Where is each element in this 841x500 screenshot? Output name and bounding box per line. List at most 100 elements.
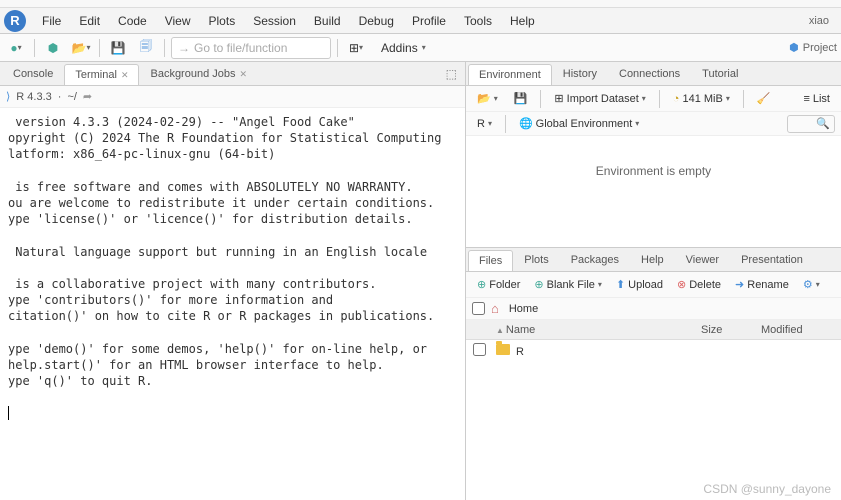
watermark: CSDN @sunny_dayone bbox=[703, 482, 831, 496]
menu-view[interactable]: View bbox=[157, 10, 199, 32]
left-pane: Console Terminal✕ Background Jobs✕ ⬚ ⟩ R… bbox=[0, 62, 466, 500]
language-dropdown[interactable]: R ▾ bbox=[472, 116, 497, 132]
text-cursor bbox=[8, 406, 9, 420]
save-button[interactable]: 💾 bbox=[106, 37, 130, 59]
window-top-strip bbox=[0, 0, 841, 8]
clear-workspace-button[interactable]: 🧹 bbox=[752, 90, 776, 107]
menu-tools[interactable]: Tools bbox=[456, 10, 500, 32]
delete-button[interactable]: ⊗Delete bbox=[672, 276, 726, 293]
tab-plots[interactable]: Plots bbox=[513, 249, 559, 270]
files-pane: Files Plots Packages Help Viewer Present… bbox=[466, 248, 841, 500]
file-row[interactable]: R bbox=[466, 340, 841, 362]
maximize-pane-icon[interactable]: ⬚ bbox=[440, 67, 463, 81]
goto-file-input[interactable]: → Go to file/function bbox=[171, 37, 331, 59]
save-workspace-button[interactable]: 💾 bbox=[509, 90, 533, 107]
globe-icon: 🌐 bbox=[519, 117, 533, 130]
arrow-right-icon: → bbox=[178, 41, 190, 55]
environment-pane: Environment History Connections Tutorial… bbox=[466, 62, 841, 248]
env-search-input[interactable]: 🔍 bbox=[787, 115, 835, 133]
more-button[interactable]: ⚙▾ bbox=[798, 276, 825, 293]
tab-terminal[interactable]: Terminal✕ bbox=[64, 64, 139, 85]
plus-file-icon: ⊕ bbox=[534, 278, 543, 291]
r-prompt-icon: ⟩ bbox=[6, 90, 10, 103]
plus-folder-icon: ⊕ bbox=[477, 278, 486, 291]
close-icon[interactable]: ✕ bbox=[121, 70, 129, 80]
tab-console[interactable]: Console bbox=[2, 63, 64, 84]
load-workspace-button[interactable]: 📂▾ bbox=[472, 90, 503, 107]
import-dataset-button[interactable]: ⊞ Import Dataset ▾ bbox=[549, 90, 650, 107]
env-empty-message: Environment is empty bbox=[466, 136, 841, 247]
new-blank-file-button[interactable]: ⊕Blank File ▾ bbox=[529, 276, 607, 293]
crumb-home[interactable]: Home bbox=[509, 303, 538, 315]
view-mode-list[interactable]: ≡ List bbox=[798, 91, 835, 107]
tab-background-jobs[interactable]: Background Jobs✕ bbox=[139, 63, 258, 84]
menu-plots[interactable]: Plots bbox=[201, 10, 244, 32]
addins-dropdown[interactable]: Addins ▾ bbox=[372, 37, 435, 59]
home-icon[interactable]: ⌂ bbox=[491, 301, 499, 316]
sort-asc-icon: ▲ bbox=[496, 326, 504, 335]
project-selector[interactable]: ⬢ Project bbox=[789, 41, 837, 54]
tab-tutorial[interactable]: Tutorial bbox=[691, 63, 749, 84]
menu-session[interactable]: Session bbox=[245, 10, 304, 32]
menu-file[interactable]: File bbox=[34, 10, 69, 32]
chart-icon: ◔ bbox=[673, 93, 680, 105]
tab-history[interactable]: History bbox=[552, 63, 608, 84]
goto-placeholder: Go to file/function bbox=[194, 41, 287, 55]
env-toolbar: 📂▾ 💾 ⊞ Import Dataset ▾ ◔ 141 MiB ▾ 🧹 ≡ … bbox=[466, 86, 841, 112]
open-file-button[interactable]: 📂▾ bbox=[69, 37, 93, 59]
tab-help[interactable]: Help bbox=[630, 249, 675, 270]
grid-view-button[interactable]: ⊞▾ bbox=[344, 37, 368, 59]
files-tabbar: Files Plots Packages Help Viewer Present… bbox=[466, 248, 841, 272]
rename-icon: ➜ bbox=[735, 278, 744, 291]
right-pane: Environment History Connections Tutorial… bbox=[466, 62, 841, 500]
header-name[interactable]: ▲Name bbox=[492, 324, 701, 336]
upload-icon: ⬆ bbox=[616, 278, 625, 291]
working-dir[interactable]: ~/ bbox=[67, 91, 76, 103]
chevron-down-icon: ▾ bbox=[422, 43, 426, 52]
upload-button[interactable]: ⬆Upload bbox=[611, 276, 668, 293]
file-name: R bbox=[516, 346, 524, 358]
menu-build[interactable]: Build bbox=[306, 10, 349, 32]
tab-packages[interactable]: Packages bbox=[560, 249, 630, 270]
new-folder-button[interactable]: ⊕Folder bbox=[472, 276, 525, 293]
header-modified[interactable]: Modified bbox=[761, 324, 841, 336]
user-label: xiao bbox=[801, 11, 837, 31]
tab-presentation[interactable]: Presentation bbox=[730, 249, 814, 270]
scope-dropdown[interactable]: 🌐 Global Environment ▾ bbox=[514, 115, 644, 132]
select-all-checkbox[interactable] bbox=[472, 302, 485, 315]
tab-viewer[interactable]: Viewer bbox=[675, 249, 730, 270]
tab-connections[interactable]: Connections bbox=[608, 63, 691, 84]
new-file-button[interactable]: ●▾ bbox=[4, 37, 28, 59]
menu-help[interactable]: Help bbox=[502, 10, 543, 32]
files-breadcrumb: ⌂ Home bbox=[466, 298, 841, 320]
new-project-button[interactable]: ⬢ bbox=[41, 37, 65, 59]
wd-picker-icon[interactable]: ➦ bbox=[83, 90, 92, 103]
rstudio-logo-icon: R bbox=[4, 10, 26, 32]
addins-label: Addins bbox=[381, 41, 418, 55]
tab-files[interactable]: Files bbox=[468, 250, 513, 271]
console-tabbar: Console Terminal✕ Background Jobs✕ ⬚ bbox=[0, 62, 465, 86]
main-split: Console Terminal✕ Background Jobs✕ ⬚ ⟩ R… bbox=[0, 62, 841, 500]
main-toolbar: ●▾ ⬢ 📂▾ 💾 🗐 → Go to file/function ⊞▾ Add… bbox=[0, 34, 841, 62]
close-icon[interactable]: ✕ bbox=[239, 69, 247, 79]
menu-code[interactable]: Code bbox=[110, 10, 155, 32]
menu-debug[interactable]: Debug bbox=[351, 10, 402, 32]
menu-profile[interactable]: Profile bbox=[404, 10, 454, 32]
row-checkbox[interactable] bbox=[473, 343, 486, 356]
gear-icon: ⚙ bbox=[803, 278, 813, 291]
files-header-row: ▲Name Size Modified bbox=[466, 320, 841, 340]
memory-usage[interactable]: ◔ 141 MiB ▾ bbox=[668, 91, 735, 107]
header-size[interactable]: Size bbox=[701, 324, 761, 336]
env-scope-bar: R ▾ 🌐 Global Environment ▾ 🔍 bbox=[466, 112, 841, 136]
rename-button[interactable]: ➜Rename bbox=[730, 276, 794, 293]
search-icon: 🔍 bbox=[816, 117, 830, 130]
tab-environment[interactable]: Environment bbox=[468, 64, 552, 85]
env-tabbar: Environment History Connections Tutorial bbox=[466, 62, 841, 86]
folder-icon bbox=[496, 344, 510, 355]
delete-icon: ⊗ bbox=[677, 278, 686, 291]
save-all-button[interactable]: 🗐 bbox=[134, 37, 158, 59]
console-subbar: ⟩ R 4.3.3 · ~/ ➦ bbox=[0, 86, 465, 108]
console-output[interactable]: version 4.3.3 (2024-02-29) -- "Angel Foo… bbox=[0, 108, 465, 500]
r-version-label: R 4.3.3 bbox=[16, 91, 51, 103]
menu-edit[interactable]: Edit bbox=[71, 10, 108, 32]
